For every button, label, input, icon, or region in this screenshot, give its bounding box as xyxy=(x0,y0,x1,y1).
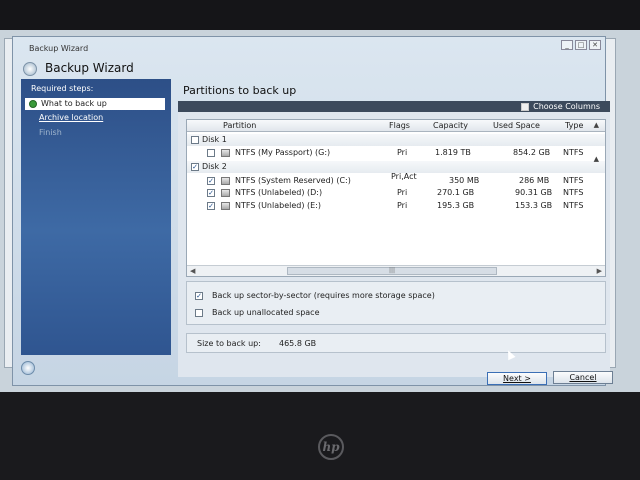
scroll-left-icon[interactable]: ◀ xyxy=(190,267,195,275)
partition-capacity: 350 MB xyxy=(449,176,480,185)
column-header-partition[interactable]: Partition xyxy=(223,121,256,130)
partition-checkbox[interactable]: ✓ xyxy=(207,189,215,197)
size-summary: Size to back up: 465.8 GB xyxy=(186,333,606,353)
partition-used: 854.2 GB xyxy=(513,148,551,157)
backup-wizard-window: Backup Wizard _ □ ✕ Backup Wizard Requir… xyxy=(12,36,613,386)
partition-type: NTFS xyxy=(563,176,584,185)
sidebar-item-archive-location[interactable]: Archive location xyxy=(25,112,165,124)
minimize-button[interactable]: _ xyxy=(561,40,573,50)
partition-flags: Pri xyxy=(397,148,408,157)
sidebar-item-finish: Finish xyxy=(39,128,62,137)
drive-icon xyxy=(221,202,230,210)
column-header-capacity[interactable]: Capacity xyxy=(433,121,468,130)
sector-by-sector-checkbox[interactable]: ✓ xyxy=(195,292,203,300)
partition-flags: Pri xyxy=(397,188,408,197)
partition-name: NTFS (My Passport) (G:) xyxy=(235,148,331,157)
steps-sidebar: Required steps: What to back up Archive … xyxy=(21,79,171,355)
unallocated-space-checkbox[interactable] xyxy=(195,309,203,317)
partition-flags: Pri,Act xyxy=(391,172,417,181)
table-row[interactable]: ✓ NTFS (Unlabeled) (E:) Pri 195.3 GB 153… xyxy=(187,200,605,212)
partition-name: NTFS (Unlabeled) (D:) xyxy=(235,188,323,197)
collapse-icon[interactable]: ▲ xyxy=(594,155,599,163)
choose-columns-button[interactable]: Choose Columns xyxy=(521,102,600,111)
monitor: Backup Wizard _ □ ✕ Backup Wizard Requir… xyxy=(0,0,640,480)
column-header-type[interactable]: Type xyxy=(565,121,583,130)
partitions-table: Partition Flags Capacity Used Space Type… xyxy=(186,119,606,277)
sidebar-heading: Required steps: xyxy=(31,84,94,93)
choose-columns-label: Choose Columns xyxy=(533,102,600,111)
choose-columns-bar: Choose Columns xyxy=(178,101,610,112)
hp-logo: hp xyxy=(318,434,344,460)
current-step-icon xyxy=(29,100,37,108)
horizontal-scrollbar[interactable]: ◀ ||| ▶ xyxy=(187,265,605,276)
unallocated-space-label: Back up unallocated space xyxy=(212,308,320,317)
close-button[interactable]: ✕ xyxy=(589,40,601,50)
partition-capacity: 1.819 TB xyxy=(435,148,471,157)
partition-name: NTFS (System Reserved) (C:) xyxy=(235,176,351,185)
partition-type: NTFS xyxy=(563,148,584,157)
size-label: Size to back up: xyxy=(197,339,261,348)
drive-icon xyxy=(221,189,230,197)
screen: Backup Wizard _ □ ✕ Backup Wizard Requir… xyxy=(0,30,640,392)
wizard-header-title: Backup Wizard xyxy=(45,61,134,75)
partition-type: NTFS xyxy=(563,188,584,197)
size-value: 465.8 GB xyxy=(279,339,317,348)
scrollbar-thumb[interactable]: ||| xyxy=(287,267,497,275)
disk-1-checkbox[interactable] xyxy=(191,136,199,144)
main-panel: Choose Columns Partition Flags Capacity … xyxy=(178,101,610,377)
monitor-bezel xyxy=(0,392,640,480)
info-icon[interactable] xyxy=(21,361,35,375)
backup-options: ✓ Back up sector-by-sector (requires mor… xyxy=(186,281,606,325)
partition-capacity: 195.3 GB xyxy=(437,201,475,210)
wizard-logo-icon xyxy=(23,62,37,76)
maximize-button[interactable]: □ xyxy=(575,40,587,50)
table-header: Partition Flags Capacity Used Space Type… xyxy=(187,120,605,132)
partition-used: 90.31 GB xyxy=(515,188,553,197)
column-header-flags[interactable]: Flags xyxy=(389,121,410,130)
window-title: Backup Wizard xyxy=(29,44,89,53)
partition-flags: Pri xyxy=(397,201,408,210)
next-button[interactable]: Next > xyxy=(487,372,547,385)
partition-checkbox[interactable]: ✓ xyxy=(207,177,215,185)
sidebar-item-label: What to back up xyxy=(41,99,107,108)
next-button-label: Next > xyxy=(503,374,531,383)
cancel-button-label: Cancel xyxy=(569,373,597,382)
columns-icon xyxy=(521,102,530,111)
sector-by-sector-label: Back up sector-by-sector (requires more … xyxy=(212,291,435,300)
window-controls: _ □ ✕ xyxy=(561,40,601,50)
sidebar-item-what-to-back-up[interactable]: What to back up xyxy=(25,98,165,110)
drive-icon xyxy=(221,177,230,185)
scroll-right-icon[interactable]: ▶ xyxy=(597,267,602,275)
disk-2-checkbox[interactable]: ✓ xyxy=(191,163,199,171)
page-title: Partitions to back up xyxy=(183,84,297,97)
partition-used: 153.3 GB xyxy=(515,201,553,210)
chevron-up-icon[interactable]: ▲ xyxy=(594,121,599,129)
partition-checkbox[interactable] xyxy=(207,149,215,157)
partition-type: NTFS xyxy=(563,201,584,210)
partition-name: NTFS (Unlabeled) (E:) xyxy=(235,201,322,210)
table-row[interactable]: ✓ NTFS (Unlabeled) (D:) Pri 270.1 GB 90.… xyxy=(187,187,605,199)
column-header-used-space[interactable]: Used Space xyxy=(493,121,540,130)
table-row[interactable]: NTFS (My Passport) (G:) Pri 1.819 TB 854… xyxy=(187,147,605,159)
drive-icon xyxy=(221,149,230,157)
disk-name: Disk 1 xyxy=(202,135,227,144)
cancel-button[interactable]: Cancel xyxy=(553,371,613,384)
disk-name: Disk 2 xyxy=(202,162,227,171)
partition-capacity: 270.1 GB xyxy=(437,188,475,197)
disk-row[interactable]: Disk 1 xyxy=(187,134,605,146)
partition-checkbox[interactable]: ✓ xyxy=(207,202,215,210)
table-row[interactable]: ✓ NTFS (System Reserved) (C:) Pri,Act 35… xyxy=(187,172,605,187)
partition-used: 286 MB xyxy=(519,176,550,185)
